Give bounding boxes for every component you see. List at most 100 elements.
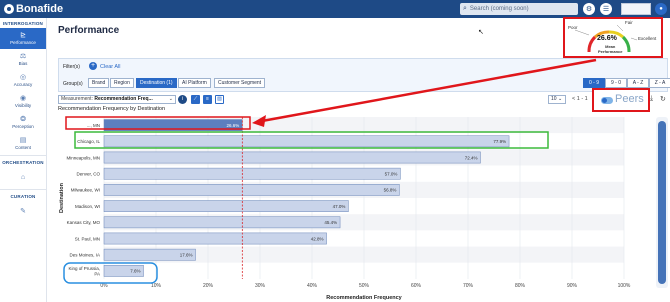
sidebar-item-perception[interactable]: ❂ Perception <box>0 112 46 133</box>
gauge-poor-label: Poor <box>568 25 578 30</box>
bar <box>103 167 401 180</box>
measurement-label: Measurement: <box>61 96 93 102</box>
x-tick-label: 20% <box>203 283 214 289</box>
sidebar-item-label: Bias <box>18 61 28 66</box>
mouse-cursor-icon: ↖ <box>478 29 484 36</box>
brand-logo[interactable]: Bonafide <box>4 2 63 16</box>
gauge-excellent-label: Excellent <box>638 36 657 41</box>
x-tick-label: 70% <box>463 283 474 289</box>
sort-0-9-button[interactable]: 0 - 9 <box>583 78 605 88</box>
x-tick-label: 90% <box>567 283 578 289</box>
peers-toggle-switch[interactable] <box>601 97 613 104</box>
bar <box>103 135 510 148</box>
account-icon[interactable]: ● <box>655 3 667 15</box>
sidebar-section-header: INTERROGATION <box>2 21 43 26</box>
gauge-value: 26.6% <box>597 35 617 42</box>
bar-value-label: 45.4% <box>324 220 337 225</box>
y-tick-label: Madison, WI <box>75 204 100 209</box>
gauge-caption-line-2: Performance <box>598 49 623 54</box>
x-axis-label: Recommendation Frequency <box>326 295 402 301</box>
line-chart-icon[interactable]: ⟋ <box>191 95 200 104</box>
peers-toggle[interactable]: Peers <box>592 88 650 112</box>
sidebar-item-curation-icon[interactable]: ✎ <box>0 201 46 222</box>
y-tick-label: King of Prussia, <box>68 266 100 271</box>
page-size-value: 10 <box>551 96 557 102</box>
bar-value-label: 7.6% <box>130 269 140 274</box>
top-bar: Bonafide ⌕ Search (coming soon) ⚙ ☰ ● <box>0 0 670 18</box>
group-brand-button[interactable]: Brand <box>88 78 110 88</box>
pager-text[interactable]: < 1 - 1 <box>572 96 588 102</box>
chevron-down-icon: ⌄ <box>168 96 173 102</box>
y-tick-label: Kansas City, MO <box>67 220 101 225</box>
group-destination-button[interactable]: Destination (1) <box>136 78 177 88</box>
chart-title: Recommendation Frequency by Destination <box>58 106 166 112</box>
user-menu-icon[interactable]: ☰ <box>600 3 612 15</box>
sidebar-item-label: Perception <box>12 124 34 129</box>
image-icon[interactable]: ▨ <box>215 95 224 104</box>
bar-value-label: 47.0% <box>333 204 346 209</box>
settings-icon[interactable]: ⚙ <box>583 3 595 15</box>
bar <box>103 151 481 164</box>
sort-9-0-button[interactable]: 9 - 0 <box>605 78 627 88</box>
y-tick-label: Chicago, IL <box>77 139 100 144</box>
download-icon[interactable]: ⤓ <box>650 95 653 103</box>
x-tick-label: 80% <box>515 283 526 289</box>
search-input[interactable]: ⌕ Search (coming soon) <box>460 3 578 15</box>
sidebar-item-accuracy[interactable]: ◎ Accuracy <box>0 70 46 91</box>
group-region-button[interactable]: Region <box>110 78 134 88</box>
y-tick-label: St. Paul, MN <box>75 236 100 241</box>
bar-chart-icon[interactable]: ≡ <box>203 95 212 104</box>
filter-panel: Filter(s) + Clear All Group(s) Brand Reg… <box>58 58 670 92</box>
orchestration-icon: ⌂ <box>20 173 26 181</box>
bar-value-label: 72.4% <box>465 155 478 160</box>
sort-z-a-button[interactable]: Z - A <box>649 78 670 88</box>
sidebar-item-label: Accuracy <box>13 82 33 87</box>
sidebar-item-content[interactable]: ▤ Content <box>0 133 46 154</box>
info-icon[interactable]: i <box>178 95 187 104</box>
group-label: Group(s) <box>63 81 83 87</box>
clear-all-link[interactable]: Clear All <box>100 64 120 70</box>
gauge-caption: Mean Performance <box>598 44 622 54</box>
bar-chart: 0% 10% 20% 30% 40% 50% 60% 70% 80% 90% 100% 26.6%..… <box>59 117 631 301</box>
x-tick-label: 10% <box>151 283 162 289</box>
x-tick-label: 50% <box>359 283 370 289</box>
document-icon: ▤ <box>19 137 27 144</box>
account-name-box[interactable] <box>621 3 651 15</box>
x-tick-label: 0% <box>100 283 108 289</box>
bar-value-label: 57.0% <box>385 172 398 177</box>
x-tick-label: 100% <box>618 283 631 289</box>
filter-label: Filter(s) <box>63 64 80 70</box>
y-tick-label: Milwaukee, WI <box>71 188 100 193</box>
gauge-fair-label: Fair <box>625 20 633 25</box>
x-tick-label: 40% <box>307 283 318 289</box>
sidebar: INTERROGATION ⊵ Performance ⚖ Bias ◎ Accuracy ◉… <box>0 18 47 302</box>
bar <box>103 216 341 229</box>
sidebar-item-visibility[interactable]: ◉ Visibility <box>0 91 46 112</box>
curation-icon: ✎ <box>20 207 26 215</box>
add-filter-button[interactable]: + <box>89 62 97 70</box>
logo-mark-icon <box>4 4 14 14</box>
sidebar-item-orchestration-icon[interactable]: ⌂ <box>0 167 46 188</box>
bar <box>103 200 349 212</box>
search-placeholder: Search (coming soon) <box>469 6 529 12</box>
chart-scrollbar-thumb[interactable] <box>658 121 666 284</box>
sidebar-divider <box>0 155 46 156</box>
y-tick-label: Des Moines, IA <box>69 253 100 258</box>
eye-icon: ◉ <box>19 95 27 102</box>
group-customer-segment-button[interactable]: Customer Segment <box>214 78 266 88</box>
group-ai-platform-button[interactable]: AI Platform <box>178 78 211 88</box>
sidebar-item-bias[interactable]: ⚖ Bias <box>0 49 46 70</box>
sidebar-item-label: Content <box>15 145 31 150</box>
measurement-value: Recommendation Freq... <box>94 96 153 102</box>
target-icon: ◎ <box>19 74 27 81</box>
measurement-select[interactable]: Measurement: Recommendation Freq... ⌄ <box>58 95 176 104</box>
search-icon: ⌕ <box>463 5 467 12</box>
refresh-icon[interactable]: ↻ <box>660 95 666 103</box>
scale-icon: ⚖ <box>19 53 27 60</box>
bar <box>103 232 327 245</box>
sidebar-item-performance[interactable]: ⊵ Performance <box>0 28 46 49</box>
bar-highlighted <box>103 119 243 131</box>
brain-icon: ❂ <box>20 116 26 123</box>
sort-a-z-button[interactable]: A - Z <box>627 78 649 88</box>
page-size-select[interactable]: 10 ⌄ <box>548 95 566 104</box>
